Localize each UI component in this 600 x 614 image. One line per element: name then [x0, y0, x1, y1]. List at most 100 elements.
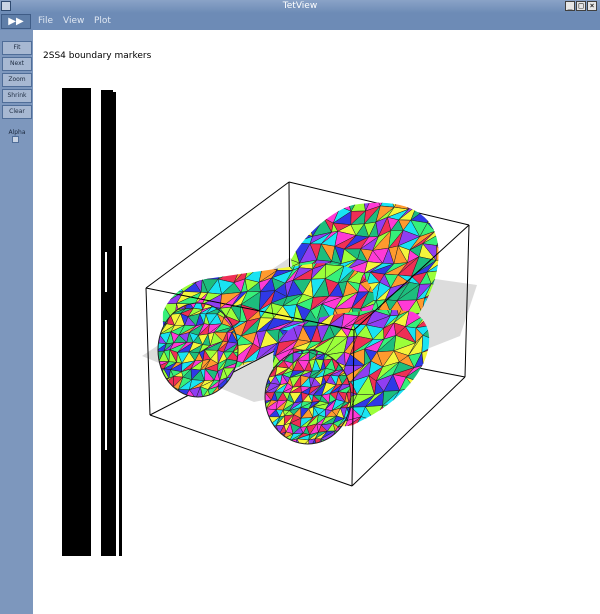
mesh-face: [425, 407, 430, 422]
mesh-face: [287, 447, 307, 456]
mesh-face: [276, 438, 284, 444]
mesh-face: [315, 451, 326, 458]
clear-button[interactable]: Clear: [2, 105, 32, 119]
mesh-face: [466, 207, 484, 221]
mesh-face: [458, 402, 470, 416]
mesh-viewport: [62, 88, 484, 556]
mesh-face: [361, 432, 376, 442]
menu-view[interactable]: View: [63, 15, 84, 28]
mesh-face: [441, 350, 449, 361]
mesh-face: [307, 455, 315, 467]
mesh-face: [175, 265, 201, 285]
mesh-face: [354, 432, 369, 439]
mesh-face: [457, 364, 477, 377]
mesh-face: [319, 457, 328, 467]
mesh-face: [454, 446, 478, 460]
window-title: TetView: [282, 1, 318, 11]
mesh-face: [431, 202, 439, 208]
mesh-face: [366, 416, 385, 427]
mesh-face: [165, 386, 176, 397]
mesh-face: [393, 202, 409, 210]
mesh-face: [434, 224, 439, 232]
mesh-face: [230, 408, 237, 417]
mesh-face: [369, 425, 377, 432]
mesh-face: [336, 439, 345, 444]
mesh-face: [298, 451, 309, 459]
shrink-button[interactable]: Shrink: [2, 89, 32, 103]
mesh-face: [438, 434, 449, 444]
mesh-face: [355, 424, 365, 432]
mesh-face: [174, 265, 201, 285]
mesh-face: [188, 404, 199, 416]
menu-file[interactable]: File: [38, 15, 53, 28]
mesh-face: [475, 329, 484, 340]
mesh-face: [183, 406, 193, 416]
mesh-face: [298, 455, 307, 464]
mesh-face: [456, 417, 478, 428]
mesh-face: [460, 195, 475, 209]
mesh-face: [368, 441, 383, 456]
mesh-face: [239, 263, 250, 269]
mesh-face: [338, 440, 360, 459]
next-button[interactable]: Next: [2, 57, 32, 71]
mesh-face: [449, 428, 468, 444]
mesh-face: [361, 432, 376, 442]
mesh-face: [291, 219, 304, 238]
mesh-face: [362, 449, 373, 458]
mesh-face: [435, 230, 439, 247]
minimize-icon[interactable]: _: [565, 1, 575, 11]
mesh-face: [258, 263, 271, 265]
mesh-face: [329, 456, 337, 465]
mesh-face: [162, 271, 177, 285]
alpha-slider-handle[interactable]: [12, 136, 19, 143]
mesh-face: [307, 451, 317, 456]
mesh-face: [179, 406, 187, 416]
mesh-face: [315, 457, 321, 467]
fit-button[interactable]: Fit: [2, 41, 32, 55]
run-button[interactable]: ▶▶: [1, 14, 31, 29]
mesh-face: [169, 280, 176, 292]
mesh-face: [406, 404, 420, 416]
mesh-face: [224, 263, 241, 269]
mesh-face: [162, 303, 164, 322]
mesh-face: [339, 448, 350, 459]
mesh-face: [352, 440, 373, 455]
mesh-face: [410, 445, 426, 454]
mesh-face: [457, 368, 477, 378]
mesh-face: [353, 426, 360, 435]
render-canvas[interactable]: 2SS4 boundary markers: [33, 30, 600, 614]
mesh-face: [289, 448, 301, 458]
mesh-face: [422, 379, 430, 394]
mesh-face: [344, 428, 351, 445]
menu-plot[interactable]: Plot: [94, 15, 111, 28]
mesh-face: [465, 339, 484, 351]
mesh-face: [197, 395, 211, 397]
mesh-face: [217, 405, 227, 413]
mesh-face: [308, 202, 320, 208]
mesh-face: [231, 398, 249, 407]
mesh-face: [417, 420, 430, 427]
mesh-face: [350, 202, 366, 212]
mesh-face: [159, 386, 175, 396]
zoom-button[interactable]: Zoom: [2, 73, 32, 87]
mesh-face: [153, 382, 163, 401]
mesh-face: [418, 365, 430, 383]
mesh-face: [278, 445, 298, 454]
mesh-face: [315, 445, 332, 460]
mesh-face: [442, 380, 448, 394]
mesh-face: [237, 408, 250, 417]
maximize-icon[interactable]: □: [576, 1, 586, 11]
mesh-face: [442, 262, 461, 272]
mesh-face: [181, 263, 201, 271]
mesh-face: [331, 445, 348, 460]
mesh-face: [448, 207, 475, 221]
mesh-face: [461, 246, 472, 262]
mesh-face: [346, 448, 358, 458]
mesh-face: [301, 202, 317, 207]
mesh-face: [360, 424, 369, 433]
mesh-face: [281, 447, 294, 458]
mesh-face: [265, 426, 270, 435]
mesh-face: [162, 280, 171, 297]
mesh-face: [199, 404, 206, 416]
close-icon[interactable]: ×: [587, 1, 597, 11]
